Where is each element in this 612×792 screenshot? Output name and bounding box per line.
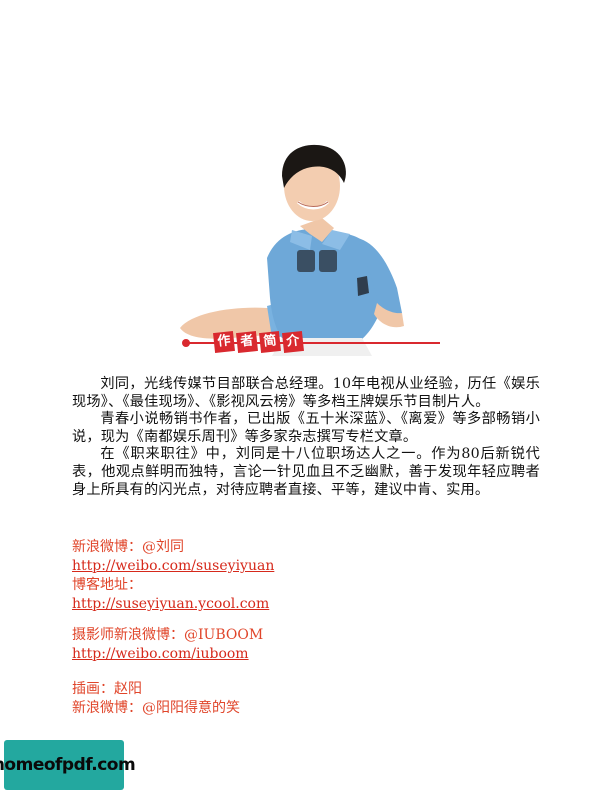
photographer-links: 摄影师新浪微博：@IUBOOM http://weibo.com/iuboom [72,626,542,664]
banner-char: 者 [236,331,258,353]
bio-paragraph: 在《职来职往》中，刘同是十八位职场达人之一。作为80后新锐代表，他观点鲜明而独特… [72,446,540,498]
banner-char: 介 [282,331,304,353]
watermark-logo: homeofpdf.com [0,740,136,790]
blog-link[interactable]: http://suseyiyuan.ycool.com [72,596,269,612]
banner-char: 作 [213,331,235,353]
illustrator-weibo: 新浪微博：@阳阳得意的笑 [72,700,240,716]
bio-paragraph: 青春小说畅销书作者，已出版《五十米深蓝》、《离爱》等多部畅销小说，现为《南都娱乐… [72,411,540,445]
bio-paragraph: 刘同，光线传媒节目部联合总经理。10年电视从业经验，历任《娱乐现场》、《最佳现场… [72,376,540,410]
weibo-link[interactable]: http://weibo.com/suseyiyuan [72,558,274,574]
blog-label: 博客地址： [72,577,142,593]
banner-char: 简 [259,331,281,353]
weibo-label: 新浪微博：@刘同 [72,539,184,555]
author-links: 新浪微博：@刘同 http://weibo.com/suseyiyuan 博客地… [72,538,542,614]
author-photo [180,144,404,356]
illustrator-label: 插画：赵阳 [72,681,142,697]
banner-dot [182,339,190,347]
illustrator-info: 插画：赵阳 新浪微博：@阳阳得意的笑 [72,680,542,718]
author-intro-banner: 作 者 简 介 [213,331,304,353]
photographer-link[interactable]: http://weibo.com/iuboom [72,646,249,662]
photographer-label: 摄影师新浪微博：@IUBOOM [72,627,264,643]
author-bio: 刘同，光线传媒节目部联合总经理。10年电视从业经验，历任《娱乐现场》、《最佳现场… [72,376,540,499]
